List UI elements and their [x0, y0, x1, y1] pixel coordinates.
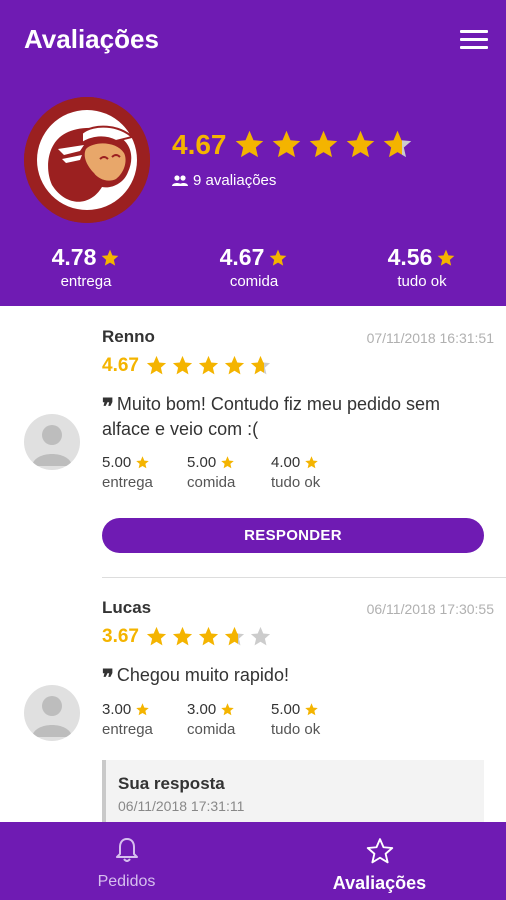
divider: [102, 577, 506, 578]
star-icon: [136, 456, 149, 469]
star-icon: [383, 130, 411, 158]
review-comment-text: Muito bom! Contudo fiz meu pedido sem al…: [102, 394, 441, 439]
star-icon: [146, 355, 167, 375]
review-subrating-value: 4.00: [271, 454, 301, 471]
subrating-value: 4.67: [219, 244, 265, 270]
review-subrating: 5.00 entrega: [102, 454, 182, 491]
header: Avaliações 4.67 9 avaliações 4.78 entreg…: [0, 0, 506, 306]
star-icon: [221, 703, 234, 716]
star-icon: [250, 355, 271, 375]
reply-title: Sua resposta: [118, 774, 225, 793]
people-icon: [172, 174, 188, 186]
subrating-label: comida: [229, 273, 279, 290]
respond-button[interactable]: RESPONDER: [102, 518, 484, 553]
review-subrating-label: comida: [187, 721, 236, 738]
tab-label: Avaliações: [332, 873, 427, 893]
overall-rating-value: 4.67: [172, 128, 227, 160]
reply-date: 06/11/2018 17:31:11: [118, 798, 245, 814]
avatar: [24, 414, 80, 470]
tab-label: Pedidos: [97, 873, 156, 890]
star-icon: [172, 626, 193, 646]
subrating-entrega: 4.78 entrega: [16, 244, 156, 290]
star-icon: [221, 456, 234, 469]
review-subrating-value: 5.00: [187, 454, 217, 471]
review-comment: ❞ Chegou muito rapido!: [102, 663, 492, 691]
subrating-value: 4.56: [387, 244, 433, 270]
review-rating-value: 4.67: [102, 354, 139, 376]
review-subrating-value: 3.00: [187, 701, 217, 718]
review-subrating-label: entrega: [102, 474, 153, 491]
review-date: 07/11/2018 16:31:51: [366, 330, 494, 346]
overall-rating: 4.67: [172, 128, 418, 161]
menu-icon[interactable]: [460, 30, 488, 52]
star-icon: [346, 130, 374, 158]
review-rating-value: 3.67: [102, 625, 139, 647]
tab-pedidos[interactable]: Pedidos: [0, 822, 253, 900]
star-icon: [102, 249, 119, 266]
star-icon: [250, 626, 271, 646]
star-icon: [272, 130, 300, 158]
overall-stars: [233, 128, 418, 161]
review-subrating: 3.00 comida: [187, 701, 267, 738]
review-stars: [145, 625, 275, 648]
reviews-count: 9 avaliações: [172, 172, 276, 189]
star-icon: [224, 355, 245, 375]
review-subrating-value: 5.00: [271, 701, 301, 718]
review-subrating-label: entrega: [102, 721, 153, 738]
page-title: Avaliações: [24, 24, 159, 54]
reviews-count-text: 9 avaliações: [193, 172, 277, 189]
bottom-nav: Pedidos Avaliações: [0, 822, 506, 900]
quote-icon: ❞: [102, 394, 114, 420]
avatar: [24, 685, 80, 741]
quote-icon: ❞: [102, 665, 114, 691]
review-comment-text: Chegou muito rapido!: [116, 665, 289, 685]
review-date: 06/11/2018 17:30:55: [366, 601, 494, 617]
star-icon: [198, 355, 219, 375]
star-icon: [270, 249, 287, 266]
subratings: 4.78 entrega 4.67 comida 4.56 tudo ok: [0, 244, 506, 296]
star-icon: [198, 626, 219, 646]
star-icon: [146, 626, 167, 646]
star-icon: [172, 355, 193, 375]
star-icon: [305, 703, 318, 716]
review-comment: ❞ Muito bom! Contudo fiz meu pedido sem a…: [102, 392, 492, 442]
owner-reply: Sua resposta 06/11/2018 17:31:11: [102, 760, 484, 822]
review-rating: 4.67: [102, 354, 275, 377]
star-icon: [305, 456, 318, 469]
subrating-label: entrega: [60, 273, 112, 290]
review-subrating: 5.00 comida: [187, 454, 267, 491]
review-subrating: 5.00 tudo ok: [271, 701, 351, 738]
reviews-list[interactable]: Renno 07/11/2018 16:31:51 4.67 ❞ Muito bo…: [0, 306, 506, 822]
review-subrating: 4.00 tudo ok: [271, 454, 351, 491]
review-subrating-label: tudo ok: [271, 721, 321, 738]
star-icon: [224, 626, 245, 646]
review-subrating-label: comida: [187, 474, 236, 491]
restaurant-logo: [24, 97, 150, 223]
review-subrating-label: tudo ok: [271, 474, 321, 491]
subrating-comida: 4.67 comida: [184, 244, 324, 290]
star-icon: [309, 130, 337, 158]
reviewer-name: Renno: [102, 327, 155, 346]
review-subrating-value: 5.00: [102, 454, 132, 471]
review-subrating: 3.00 entrega: [102, 701, 182, 738]
review-rating: 3.67: [102, 625, 275, 648]
review-stars: [145, 354, 275, 377]
star-icon: [136, 703, 149, 716]
tab-avaliacoes[interactable]: Avaliações: [253, 822, 506, 900]
star-outline-icon: [366, 838, 393, 864]
subrating-tudo-ok: 4.56 tudo ok: [352, 244, 492, 290]
bell-icon: [115, 838, 138, 862]
subrating-label: tudo ok: [397, 273, 447, 290]
star-icon: [438, 249, 455, 266]
star-icon: [235, 130, 263, 158]
reviewer-name: Lucas: [102, 598, 152, 617]
subrating-value: 4.78: [51, 244, 97, 270]
review-subrating-value: 3.00: [102, 701, 132, 718]
